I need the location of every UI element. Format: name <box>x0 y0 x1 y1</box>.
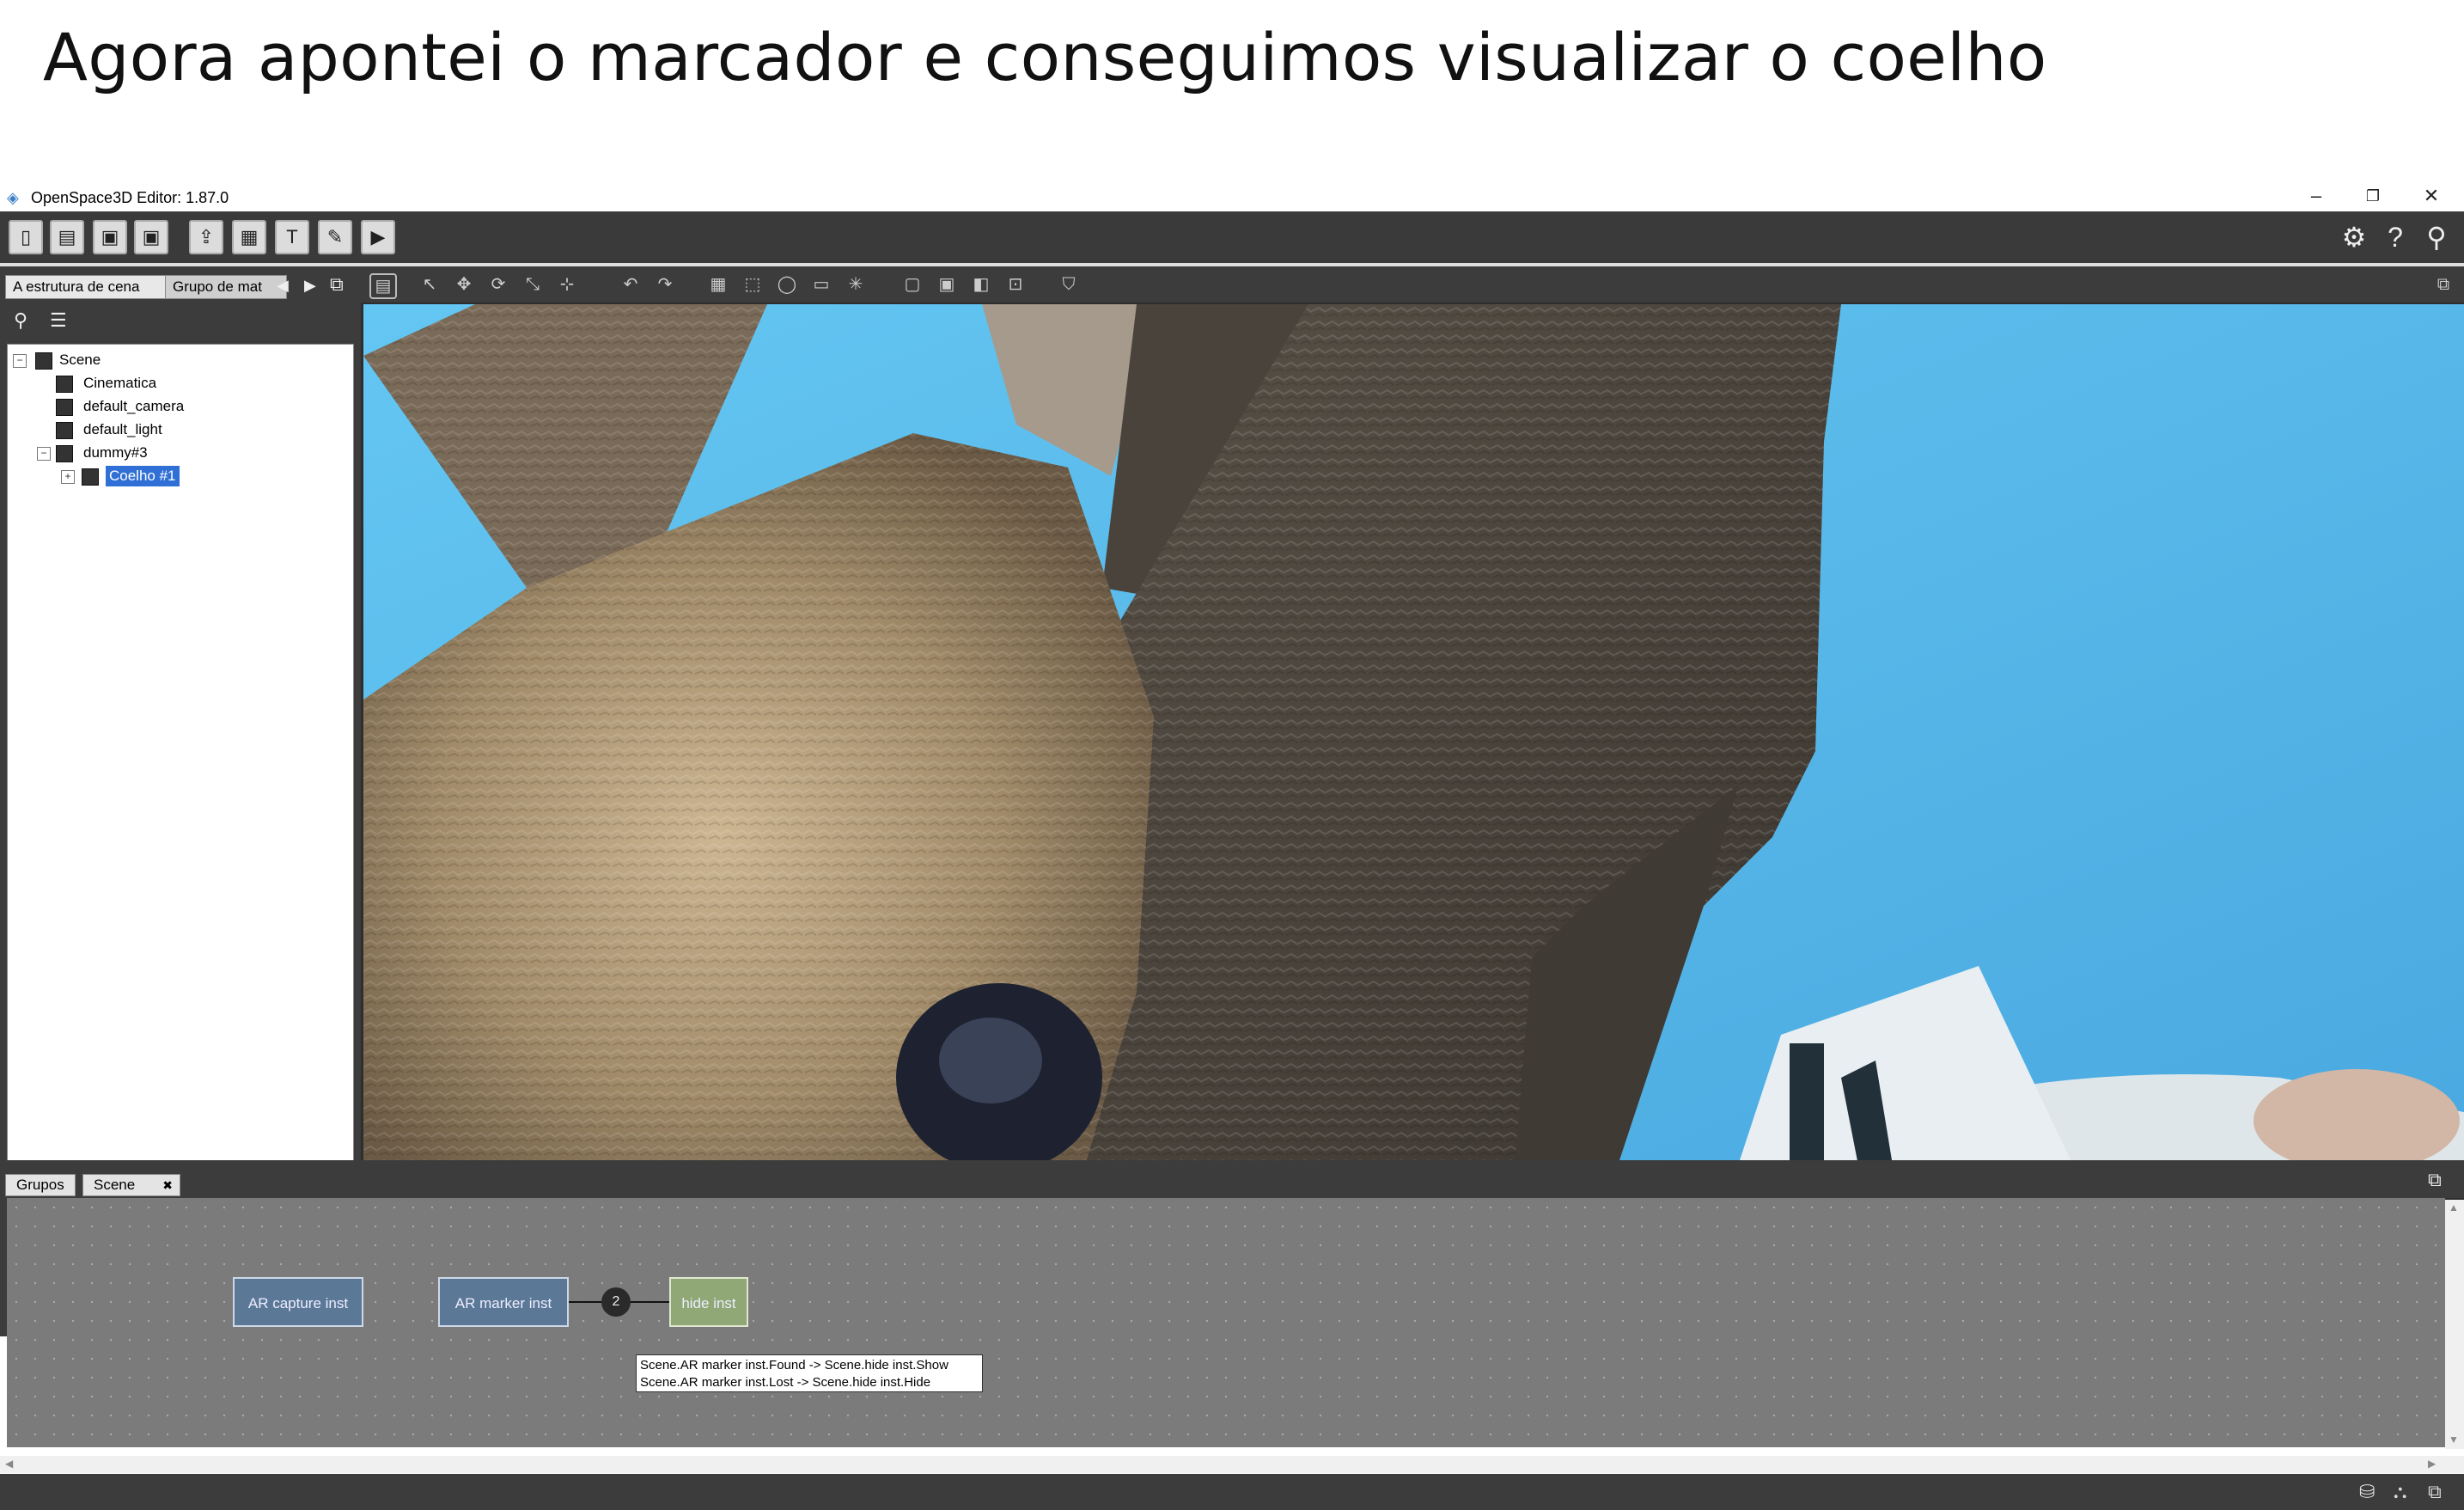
grid-icon[interactable]: ▦ <box>706 273 730 296</box>
scroll-down-icon[interactable]: ▼ <box>2449 1434 2459 1446</box>
scroll-up-icon[interactable]: ▲ <box>2449 1201 2459 1214</box>
list-view-icon[interactable]: ☰ <box>50 309 67 332</box>
close-button[interactable]: ✕ <box>2414 184 2449 208</box>
link-graph-canvas[interactable]: AR capture inst AR marker inst 2 hide in… <box>7 1198 2445 1447</box>
viewport-toolbar: ▤ ↖ ✥ ⟳ ⤡ ⊹ ↶ ↷ ▦ ⬚ ◯ ▭ ✳ ▢ ▣ ◧ ⊡ ⛉ ⧉ <box>361 266 2464 303</box>
maximize-viewport-icon[interactable]: ⧉ <box>2431 273 2455 296</box>
undock-icon[interactable]: ⧉ <box>2428 1169 2442 1191</box>
node-ar-capture[interactable]: AR capture inst <box>233 1277 363 1327</box>
import-icon[interactable]: ⇪ <box>189 220 223 254</box>
tree-item-label: default_camera <box>83 398 185 414</box>
tab-scroll-right-icon[interactable]: ▶ <box>304 277 316 295</box>
view-top-icon[interactable]: ▣ <box>935 273 959 296</box>
title-bar: ◈ OpenSpace3D Editor: 1.87.0 – ❐ ✕ <box>0 180 2464 211</box>
expand-icon[interactable]: + <box>61 470 75 484</box>
undock-icon[interactable]: ⧉ <box>2428 1481 2442 1503</box>
play-icon[interactable]: ▶ <box>361 220 395 254</box>
tab-scroll-left-icon[interactable]: ◀ <box>277 277 289 295</box>
close-tab-icon[interactable]: ✖ <box>162 1175 173 1195</box>
node-ar-marker[interactable]: AR marker inst <box>438 1277 569 1327</box>
node-icon <box>56 445 73 462</box>
graph-panel: Grupos Scene ✖ ⧉ AR capture inst AR mark… <box>0 1160 2464 1457</box>
sphere-icon[interactable]: ◯ <box>775 273 799 296</box>
graph-tabs: Grupos Scene ✖ ⧉ <box>0 1160 2464 1198</box>
restore-button[interactable]: ❐ <box>2356 184 2390 208</box>
tab-scene-structure[interactable]: A estrutura de cena <box>5 275 168 299</box>
collapse-icon[interactable]: − <box>13 354 27 368</box>
undock-icon[interactable]: ⧉ <box>330 273 344 296</box>
plugin-icon[interactable]: ✎ <box>318 220 352 254</box>
minimize-button[interactable]: – <box>2299 184 2333 208</box>
tree-item-label: dummy#3 <box>83 444 148 461</box>
light-icon <box>56 422 73 439</box>
tooltip-line: Scene.AR marker inst.Lost -> Scene.hide … <box>640 1375 931 1390</box>
graph-vertical-scrollbar[interactable]: ▲ ▼ <box>2445 1200 2464 1449</box>
graph-links <box>567 1301 677 1303</box>
link-count-badge[interactable]: 2 <box>601 1287 631 1317</box>
window-title: OpenSpace3D Editor: 1.87.0 <box>31 189 229 206</box>
text-icon[interactable]: T <box>275 220 309 254</box>
plane-icon[interactable]: ▭ <box>809 273 833 296</box>
viewport-mode-icon[interactable]: ▤ <box>369 273 397 299</box>
save-as-icon[interactable]: ▣ <box>134 220 168 254</box>
link-tooltip: Scene.AR marker inst.Found -> Scene.hide… <box>636 1354 983 1392</box>
search-icon[interactable]: ⚲ <box>14 309 27 332</box>
view-front-icon[interactable]: ▢ <box>900 273 924 296</box>
settings-icon[interactable]: ⚙ <box>2337 222 2371 253</box>
app-logo-icon: ◈ <box>7 189 19 206</box>
world-axis-icon[interactable]: ⊹ <box>555 273 579 296</box>
calculator-icon[interactable]: ▦ <box>232 220 266 254</box>
scene-tree: − Scene Cinematica default_camera defaul… <box>7 344 354 1196</box>
tree-item-label: Cinematica <box>83 375 157 391</box>
undo-icon[interactable]: ↶ <box>619 273 643 296</box>
move-icon[interactable]: ✥ <box>452 273 476 296</box>
camera-icon <box>56 399 73 416</box>
snap-icon[interactable]: ✳ <box>844 273 868 296</box>
shield-icon[interactable]: ⛉ <box>1057 273 1081 296</box>
ar-camera-render[interactable] <box>363 304 2464 1165</box>
tab-scene[interactable]: Scene ✖ <box>82 1174 180 1196</box>
scroll-left-icon[interactable]: ◀ <box>5 1458 13 1470</box>
tree-item-label: Scene <box>59 352 101 368</box>
main-toolbar: ▯ ▤ ▣ ▣ ⇪ ▦ T ✎ ▶ ⚙ ? ⚲ <box>0 211 2464 266</box>
slide-title: Agora apontei o marcador e conseguimos v… <box>43 19 2047 95</box>
view-side-icon[interactable]: ◧ <box>969 273 993 296</box>
scene-icon <box>35 352 52 370</box>
tab-label: Scene <box>94 1177 136 1193</box>
node-hide[interactable]: hide inst <box>669 1277 748 1327</box>
open-folder-icon[interactable]: ▤ <box>50 220 84 254</box>
status-bar: ⛁ ⛬ ⧉ <box>0 1474 2464 1510</box>
tab-material-group[interactable]: Grupo de mat <box>165 275 287 299</box>
scroll-right-icon[interactable]: ▶ <box>2428 1458 2436 1470</box>
collapse-icon[interactable]: − <box>37 447 51 461</box>
view-camera-icon[interactable]: ⊡ <box>1003 273 1028 296</box>
rabbit-render-image <box>363 304 2464 1165</box>
graph-horizontal-scrollbar[interactable]: ◀ ▶ <box>0 1456 2464 1473</box>
user-help-icon[interactable]: ⚲ <box>2419 222 2454 253</box>
tab-grupos[interactable]: Grupos <box>5 1174 76 1196</box>
new-file-icon[interactable]: ▯ <box>9 220 43 254</box>
help-icon[interactable]: ? <box>2378 222 2412 253</box>
camera-icon <box>56 376 73 393</box>
mesh-icon <box>82 468 99 486</box>
cloud-share-icon[interactable]: ⛬ <box>2394 1481 2406 1503</box>
app-window: ◈ OpenSpace3D Editor: 1.87.0 – ❐ ✕ ▯ ▤ ▣… <box>0 180 2464 1510</box>
redo-icon[interactable]: ↷ <box>653 273 677 296</box>
select-icon[interactable]: ↖ <box>418 273 442 296</box>
rotate-icon[interactable]: ⟳ <box>486 273 510 296</box>
tree-item-label: default_light <box>83 421 162 437</box>
scale-icon[interactable]: ⤡ <box>521 273 545 296</box>
tooltip-line: Scene.AR marker inst.Found -> Scene.hide… <box>640 1358 948 1372</box>
save-icon[interactable]: ▣ <box>93 220 127 254</box>
cube-icon[interactable]: ⬚ <box>741 273 765 296</box>
cloud-upload-icon[interactable]: ⛁ <box>2359 1481 2375 1503</box>
tree-item-label: Coelho #1 <box>106 466 180 486</box>
